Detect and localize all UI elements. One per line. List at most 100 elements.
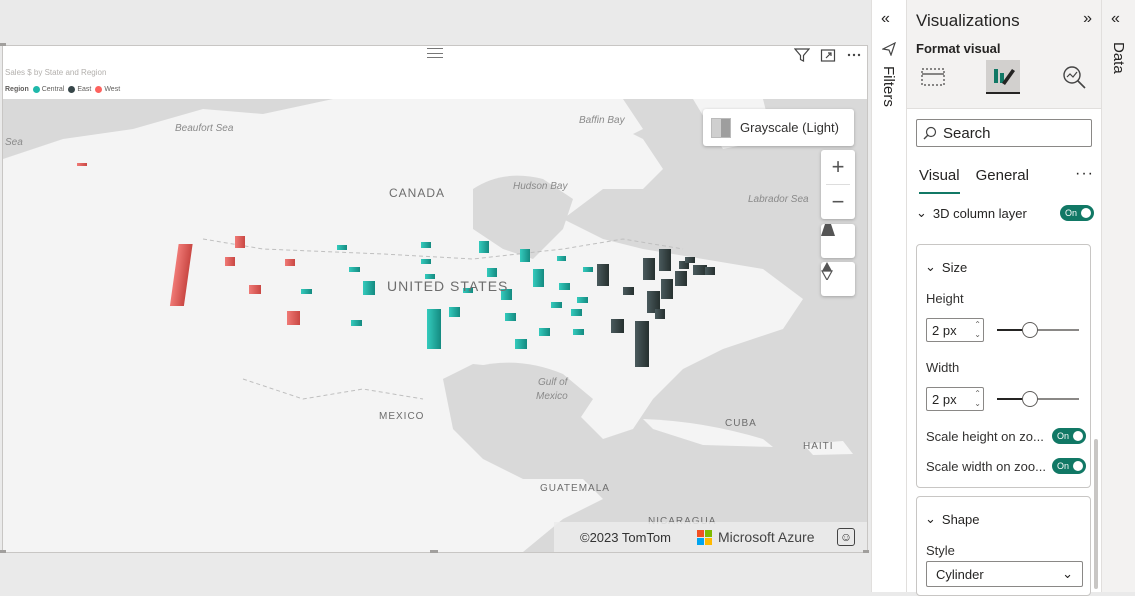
focus-mode-icon[interactable] [819, 46, 837, 64]
legend-item-central[interactable]: Central [32, 86, 65, 93]
slider-knob[interactable] [1021, 391, 1038, 407]
report-canvas: Sales $ by State and Region Region Centr… [0, 0, 871, 592]
resize-handle[interactable] [0, 43, 6, 46]
style-label: Style [926, 543, 955, 558]
expand-data-pane-icon[interactable]: « [1111, 10, 1120, 28]
layer-toggle[interactable]: On [1060, 205, 1094, 221]
resize-handle[interactable] [863, 550, 869, 553]
legend-label: Central [41, 86, 65, 93]
layer-label: 3D column layer [932, 205, 1027, 221]
collapse-viz-pane-icon[interactable]: » [1083, 10, 1092, 28]
height-stepper[interactable]: 2 px ⌃ ⌄ [926, 318, 984, 342]
filter-pane-icon [881, 41, 897, 61]
feedback-smiley-icon[interactable]: ☺ [837, 528, 855, 546]
height-label: Height [926, 291, 964, 306]
height-slider[interactable] [997, 322, 1079, 338]
viz-pane-header: Visualizations » Format visual [907, 0, 1102, 108]
legend-label: West [104, 86, 121, 93]
stepper-arrows-icon[interactable]: ⌃ ⌄ [974, 389, 981, 409]
map-style-picker[interactable]: Grayscale (Light) [703, 109, 854, 146]
map-label-mexico: MEXICO [379, 411, 425, 422]
layer-section-header[interactable]: ⌄ 3D column layer On [916, 205, 1094, 221]
width-label: Width [926, 360, 960, 375]
filters-pane-label: Filters [880, 66, 897, 107]
legend-title: Region [5, 86, 29, 93]
scale-width-row: Scale width on zoo... On [926, 458, 1086, 474]
format-visual-icon[interactable] [986, 60, 1020, 94]
legend-marker [95, 86, 103, 93]
map-label-haiti: HAITI [803, 441, 834, 452]
scale-height-row: Scale height on zo... On [926, 428, 1086, 444]
search-icon [923, 126, 937, 140]
format-pane-scrollbar[interactable] [1094, 439, 1098, 589]
size-card-header[interactable]: ⌄ Size [925, 259, 967, 275]
chevron-down-icon: ⌄ [1062, 566, 1073, 581]
width-slider[interactable] [997, 391, 1079, 407]
more-options-icon[interactable]: ··· [1075, 165, 1094, 183]
zoom-in-icon[interactable]: + [821, 150, 855, 184]
data-pane[interactable]: « Data [1101, 0, 1135, 592]
map-style-label: Grayscale (Light) [740, 120, 839, 135]
map-label-gulf-1: Gulf of [538, 377, 568, 388]
more-options-icon[interactable] [845, 46, 863, 64]
chevron-down-icon: ⌄ [925, 511, 936, 526]
scale-width-toggle[interactable]: On [1052, 458, 1086, 474]
scale-height-label: Scale height on zo... [926, 428, 1044, 444]
shape-label: Shape [941, 511, 980, 527]
azure-label: Microsoft Azure [718, 529, 815, 545]
map-label-united-states: UNITED STATES [387, 278, 509, 294]
expand-filters-icon[interactable]: « [881, 10, 890, 28]
azure-branding: Microsoft Azure [697, 529, 814, 545]
map-canvas[interactable]: CANADA UNITED STATES MEXICO CUBA HAITI G… [3, 99, 867, 552]
analytics-icon[interactable] [1057, 60, 1091, 94]
resize-handle[interactable] [430, 550, 438, 553]
map-label-cuba: CUBA [725, 418, 757, 429]
search-placeholder: Search [943, 124, 991, 142]
format-tabs [907, 60, 1102, 100]
zoom-controls: + − [821, 150, 855, 219]
scale-height-toggle[interactable]: On [1052, 428, 1086, 444]
column-east [597, 249, 715, 367]
legend-item-east[interactable]: East [68, 86, 91, 93]
slider-knob[interactable] [1021, 322, 1038, 338]
shape-card: ⌄ Shape Style Cylinder ⌄ [916, 496, 1091, 596]
legend-item-west[interactable]: West [95, 86, 120, 93]
map-visual[interactable]: Sales $ by State and Region Region Centr… [2, 45, 868, 553]
stepper-arrows-icon[interactable]: ⌃ ⌄ [974, 320, 981, 340]
microsoft-logo-icon [697, 529, 712, 545]
style-dropdown[interactable]: Cylinder ⌄ [926, 561, 1083, 587]
pitch-icon[interactable] [821, 224, 855, 258]
chevron-down-icon: ⌄ [916, 205, 927, 220]
zoom-out-icon[interactable]: − [821, 185, 855, 219]
drag-grip-icon[interactable] [427, 48, 443, 58]
map-style-thumbnail-icon [711, 117, 731, 138]
compass-icon[interactable] [821, 262, 855, 296]
map-label-canada: CANADA [389, 186, 446, 200]
map-label-baffin-bay: Baffin Bay [579, 115, 625, 126]
map-label-gulf-2: Mexico [536, 391, 568, 402]
width-stepper[interactable]: 2 px ⌃ ⌄ [926, 387, 984, 411]
size-label: Size [941, 259, 968, 275]
attribution-text: ©2023 TomTom [580, 529, 671, 545]
resize-handle[interactable] [0, 550, 6, 553]
filter-icon[interactable] [793, 46, 811, 64]
scale-width-label: Scale width on zoo... [926, 458, 1046, 474]
filters-pane[interactable]: « Filters [871, 0, 906, 592]
legend: Region Central East West [5, 86, 120, 93]
tab-visual[interactable]: Visual [919, 167, 960, 194]
compass-control [821, 262, 855, 296]
map-label-hudson-bay: Hudson Bay [513, 181, 568, 192]
map-label-sea: Sea [5, 137, 23, 148]
format-pane: Search Visual General ··· ⌄ 3D column la… [907, 108, 1102, 596]
tab-general[interactable]: General [976, 167, 1029, 191]
shape-card-header[interactable]: ⌄ Shape [925, 511, 980, 527]
pitch-control [821, 224, 855, 258]
format-search-input[interactable]: Search [916, 119, 1092, 147]
size-card: ⌄ Size Height 2 px ⌃ ⌄ Width 2 px ⌃ ⌄ Sc… [916, 244, 1091, 488]
legend-marker [68, 86, 76, 93]
format-sub-tabs: Visual General [919, 167, 1094, 194]
build-visual-icon[interactable] [916, 60, 950, 94]
visual-title: Sales $ by State and Region [5, 68, 107, 77]
width-value: 2 px [932, 392, 957, 407]
map-attribution: ©2023 TomTom Microsoft Azure ☺ [554, 522, 867, 552]
